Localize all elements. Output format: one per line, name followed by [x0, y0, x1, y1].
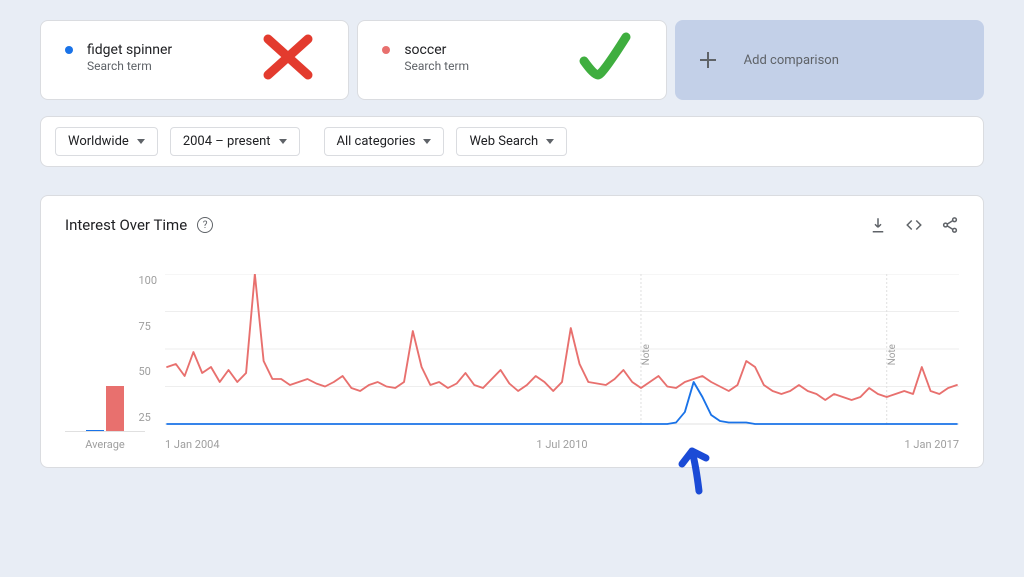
- chevron-down-icon: [279, 139, 287, 144]
- term-name: fidget spinner: [87, 41, 172, 59]
- x-axis-ticks: 1 Jan 2004 1 Jul 2010 1 Jan 2017: [165, 434, 959, 451]
- average-bar: [86, 430, 104, 432]
- term-sub: Search term: [87, 59, 172, 73]
- filter-location[interactable]: Worldwide: [55, 127, 158, 156]
- y-tick: 75: [138, 320, 157, 333]
- line-chart[interactable]: 100755025 1 Jan 20041 Jul 20101 Jan 2017…: [165, 274, 959, 451]
- x-tick: 1 Jan 2017: [905, 438, 960, 451]
- filters-bar: Worldwide 2004 – present All categories …: [40, 116, 984, 167]
- term-card-1[interactable]: fidget spinner Search term: [40, 20, 349, 100]
- x-tick: 1 Jul 2010: [536, 438, 587, 451]
- y-tick: 25: [138, 411, 157, 424]
- term-sub: Search term: [404, 59, 469, 73]
- average-column: Average: [65, 282, 145, 451]
- chart-header: Interest Over Time ?: [65, 216, 959, 234]
- term-color-dot: [65, 46, 73, 54]
- line-chart-svg: [165, 274, 959, 434]
- y-tick: 50: [138, 365, 157, 378]
- term-text: soccer Search term: [404, 41, 469, 73]
- average-label: Average: [65, 438, 145, 451]
- filter-search-type[interactable]: Web Search: [456, 127, 567, 156]
- term-color-dot: [382, 46, 390, 54]
- check-mark-icon: [576, 27, 636, 87]
- y-axis-ticks: 100 75 50 25: [138, 274, 157, 424]
- note-label: Note: [641, 344, 652, 365]
- chevron-down-icon: [546, 139, 554, 144]
- chart-title: Interest Over Time: [65, 216, 187, 234]
- download-icon[interactable]: [869, 216, 887, 234]
- filter-location-label: Worldwide: [68, 134, 129, 149]
- cross-mark-icon: [258, 27, 318, 87]
- filter-search-type-label: Web Search: [469, 134, 538, 149]
- y-tick: 100: [138, 274, 157, 287]
- plus-icon: [700, 52, 716, 68]
- average-bar: [106, 386, 124, 431]
- x-tick: 1 Jan 2004: [165, 438, 220, 451]
- comparison-term-row: fidget spinner Search term soccer Search…: [40, 20, 984, 100]
- chevron-down-icon: [137, 139, 145, 144]
- filter-category-label: All categories: [337, 134, 416, 149]
- interest-over-time-card: Interest Over Time ? Average: [40, 195, 984, 468]
- share-icon[interactable]: [941, 216, 959, 234]
- add-comparison-label: Add comparison: [744, 53, 839, 68]
- note-label: Note: [887, 344, 898, 365]
- filter-time-range[interactable]: 2004 – present: [170, 127, 300, 156]
- chevron-down-icon: [423, 139, 431, 144]
- filter-category[interactable]: All categories: [324, 127, 445, 156]
- filter-time-range-label: 2004 – present: [183, 134, 271, 149]
- help-icon[interactable]: ?: [197, 217, 213, 233]
- term-text: fidget spinner Search term: [87, 41, 172, 73]
- add-comparison-button[interactable]: Add comparison: [675, 20, 984, 100]
- term-card-2[interactable]: soccer Search term: [357, 20, 666, 100]
- average-bars: [65, 282, 145, 432]
- embed-icon[interactable]: [905, 216, 923, 234]
- term-name: soccer: [404, 41, 469, 59]
